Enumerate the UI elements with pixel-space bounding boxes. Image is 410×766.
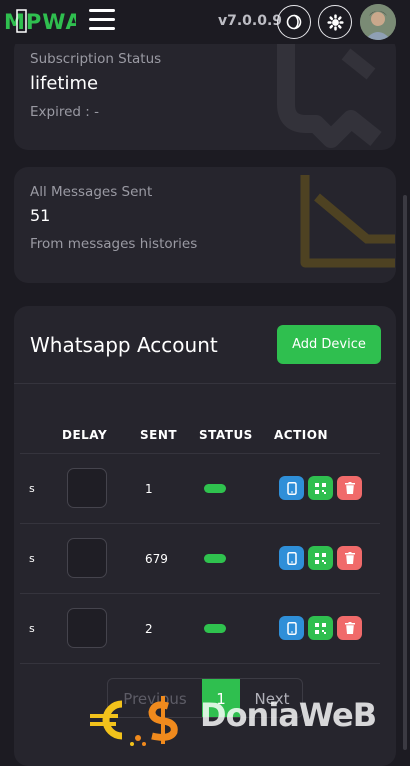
device-name-cell: s — [29, 622, 35, 635]
subscription-expired: Expired : - — [30, 104, 99, 120]
status-indicator — [204, 624, 226, 633]
subscription-label: Subscription Status — [30, 51, 162, 67]
qr-code-button[interactable] — [308, 546, 333, 570]
pagination-page-1[interactable]: 1 — [202, 679, 240, 717]
phone-button[interactable] — [279, 616, 304, 640]
subscription-bg-icon — [277, 44, 382, 148]
delete-button[interactable] — [337, 546, 362, 570]
delete-button[interactable] — [337, 476, 362, 500]
whatsapp-account-title: Whatsapp Account — [30, 333, 218, 357]
gear-icon — [326, 13, 344, 31]
card-divider — [14, 383, 396, 384]
pagination-previous[interactable]: Previous — [108, 679, 202, 717]
column-header-status: STATUS — [199, 428, 253, 442]
messages-label: All Messages Sent — [30, 184, 153, 200]
delete-button[interactable] — [337, 616, 362, 640]
table-row: s 2 — [14, 594, 396, 664]
subscription-value: lifetime — [30, 73, 99, 94]
subscription-card: Subscription Status lifetime Expired : - — [14, 36, 396, 150]
pagination-next[interactable]: Next — [240, 679, 302, 717]
delay-input[interactable] — [67, 608, 107, 648]
qr-code-icon — [315, 482, 326, 494]
sent-count: 2 — [145, 622, 153, 636]
phone-icon — [286, 481, 297, 495]
phone-icon — [286, 621, 297, 635]
sent-count: 1 — [145, 482, 153, 496]
pagination: Previous 1 Next — [107, 678, 303, 718]
scrollbar[interactable] — [403, 195, 407, 750]
app-version: v7.0.0.9 — [218, 13, 283, 29]
trash-icon — [344, 622, 355, 634]
row-divider — [20, 663, 380, 664]
status-indicator — [204, 554, 226, 563]
chart-bg-icon — [300, 175, 395, 268]
device-name-cell: s — [29, 552, 35, 565]
svg-text:MPWA: MPWA — [4, 10, 76, 34]
messages-note: From messages histories — [30, 236, 198, 252]
table-row: s 1 — [14, 454, 396, 524]
user-avatar[interactable] — [360, 4, 396, 40]
qr-code-icon — [315, 552, 326, 564]
trash-icon — [344, 552, 355, 564]
mpwa-logo-icon: MPWA — [4, 9, 76, 34]
qr-code-icon — [315, 622, 326, 634]
moon-icon — [286, 14, 302, 30]
qr-code-button[interactable] — [308, 476, 333, 500]
app-logo[interactable]: MPWA — [4, 8, 76, 34]
avatar-image — [360, 4, 396, 40]
qr-code-button[interactable] — [308, 616, 333, 640]
add-device-button[interactable]: Add Device — [277, 325, 381, 364]
hamburger-icon[interactable] — [89, 9, 115, 33]
messages-card: All Messages Sent 51 From messages histo… — [14, 167, 396, 283]
settings-button[interactable] — [318, 5, 352, 39]
trash-icon — [344, 482, 355, 494]
phone-button[interactable] — [279, 476, 304, 500]
status-indicator — [204, 484, 226, 493]
theme-toggle-button[interactable] — [277, 5, 311, 39]
top-bar: MPWA v7.0.0.9 — [0, 0, 410, 44]
device-name-cell: s — [29, 482, 35, 495]
column-header-sent: SENT — [140, 428, 178, 442]
messages-count: 51 — [30, 206, 51, 225]
phone-button[interactable] — [279, 546, 304, 570]
whatsapp-account-card: Whatsapp Account Add Device DELAY SENT S… — [14, 306, 396, 766]
column-header-delay: DELAY — [62, 428, 108, 442]
column-header-action: ACTION — [274, 428, 328, 442]
table-row: s 679 — [14, 524, 396, 594]
phone-icon — [286, 551, 297, 565]
sent-count: 679 — [145, 552, 168, 566]
delay-input[interactable] — [67, 468, 107, 508]
delay-input[interactable] — [67, 538, 107, 578]
